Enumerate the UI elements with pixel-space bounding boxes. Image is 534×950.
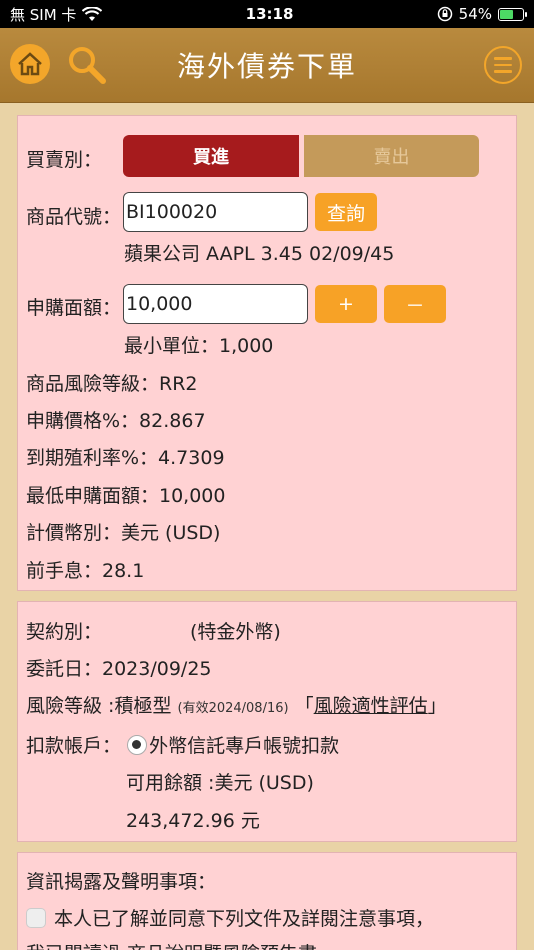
- clock: 13:18: [245, 5, 294, 23]
- agree-row: 本人已了解並同意下列文件及詳閱注意事項，: [26, 904, 434, 931]
- sell-tab[interactable]: 賣出: [304, 135, 479, 177]
- search-button[interactable]: [66, 44, 108, 86]
- price: 申購價格%：82.867: [26, 410, 206, 432]
- accrued-interest: 前手息：28.1: [26, 560, 145, 582]
- risk-label: 風險等級 :積極型: [26, 695, 172, 717]
- order-panel: 買賣別： 買進 賣出 商品代號： BI100020 查詢 蘋果公司 AAPL 3…: [17, 115, 517, 591]
- disclosure-line: 我已閱讀過 商品說明暨風險預告書: [26, 939, 317, 950]
- increase-button[interactable]: +: [315, 285, 377, 323]
- amount-label: 申購面額：: [26, 297, 122, 319]
- wifi-icon: [82, 6, 103, 21]
- page-title: 海外債券下單: [176, 50, 357, 83]
- contract-type-label: 契約別：: [26, 621, 103, 643]
- disclosure-panel: 資訊揭露及聲明事項： 本人已了解並同意下列文件及詳閱注意事項， 我已閱讀過 商品…: [17, 852, 517, 950]
- risk-link-close: 」: [427, 695, 447, 717]
- debit-radio[interactable]: [127, 735, 148, 755]
- home-icon: [18, 52, 42, 76]
- home-button[interactable]: [10, 44, 50, 84]
- battery-percent: 54%: [458, 5, 492, 23]
- search-icon: [69, 47, 106, 84]
- query-button[interactable]: 查詢: [315, 193, 377, 231]
- carrier-label: 無 SIM 卡: [10, 5, 77, 24]
- debit-label: 扣款帳戶：: [26, 735, 122, 757]
- order-date: 委託日：2023/09/25: [26, 658, 212, 680]
- contract-type-value: (特金外幣): [190, 621, 281, 643]
- balance-value: 243,472.96 元: [126, 810, 260, 832]
- status-bar: 無 SIM 卡 13:18 54%: [0, 0, 534, 28]
- nav-bar: 海外債券下單: [0, 28, 534, 103]
- product-code-input[interactable]: BI100020: [123, 192, 308, 232]
- min-unit: 最小單位：1,000: [124, 335, 274, 357]
- product-description: 蘋果公司 AAPL 3.45 02/09/45: [124, 243, 395, 265]
- currency: 計價幣別：美元 (USD): [26, 522, 221, 544]
- menu-button[interactable]: [484, 46, 522, 84]
- balance-label: 可用餘額 :美元 (USD): [126, 772, 314, 794]
- risk-level: 商品風險等級：RR2: [26, 373, 198, 395]
- risk-link-open: 「: [294, 695, 314, 717]
- menu-icon: [494, 57, 512, 60]
- decrease-button[interactable]: －: [384, 285, 446, 323]
- debit-row: 扣款帳戶： 外幣信託專戶帳號扣款: [26, 731, 339, 758]
- orientation-lock-icon: [437, 6, 452, 22]
- agree-text: 本人已了解並同意下列文件及詳閱注意事項，: [54, 908, 435, 930]
- agree-checkbox[interactable]: [26, 908, 46, 928]
- yield-to-maturity: 到期殖利率%：4.7309: [26, 447, 225, 469]
- risk-row: 風險等級 :積極型 (有效2024/08/16) 「風險適性評估」: [26, 691, 447, 718]
- battery-icon: [498, 7, 527, 21]
- side-label: 買賣別：: [26, 149, 103, 171]
- code-label: 商品代號：: [26, 206, 122, 228]
- buy-tab[interactable]: 買進: [123, 135, 299, 177]
- disclosure-title: 資訊揭露及聲明事項：: [26, 871, 217, 893]
- contract-panel: 契約別： (特金外幣) 委託日：2023/09/25 風險等級 :積極型 (有效…: [17, 601, 517, 842]
- amount-input[interactable]: 10,000: [123, 284, 308, 324]
- risk-assessment-link[interactable]: 風險適性評估: [314, 695, 428, 717]
- min-amount: 最低申購面額：10,000: [26, 485, 226, 507]
- debit-option[interactable]: 外幣信託專戶帳號扣款: [149, 735, 339, 757]
- risk-valid-date: (有效2024/08/16): [177, 701, 289, 716]
